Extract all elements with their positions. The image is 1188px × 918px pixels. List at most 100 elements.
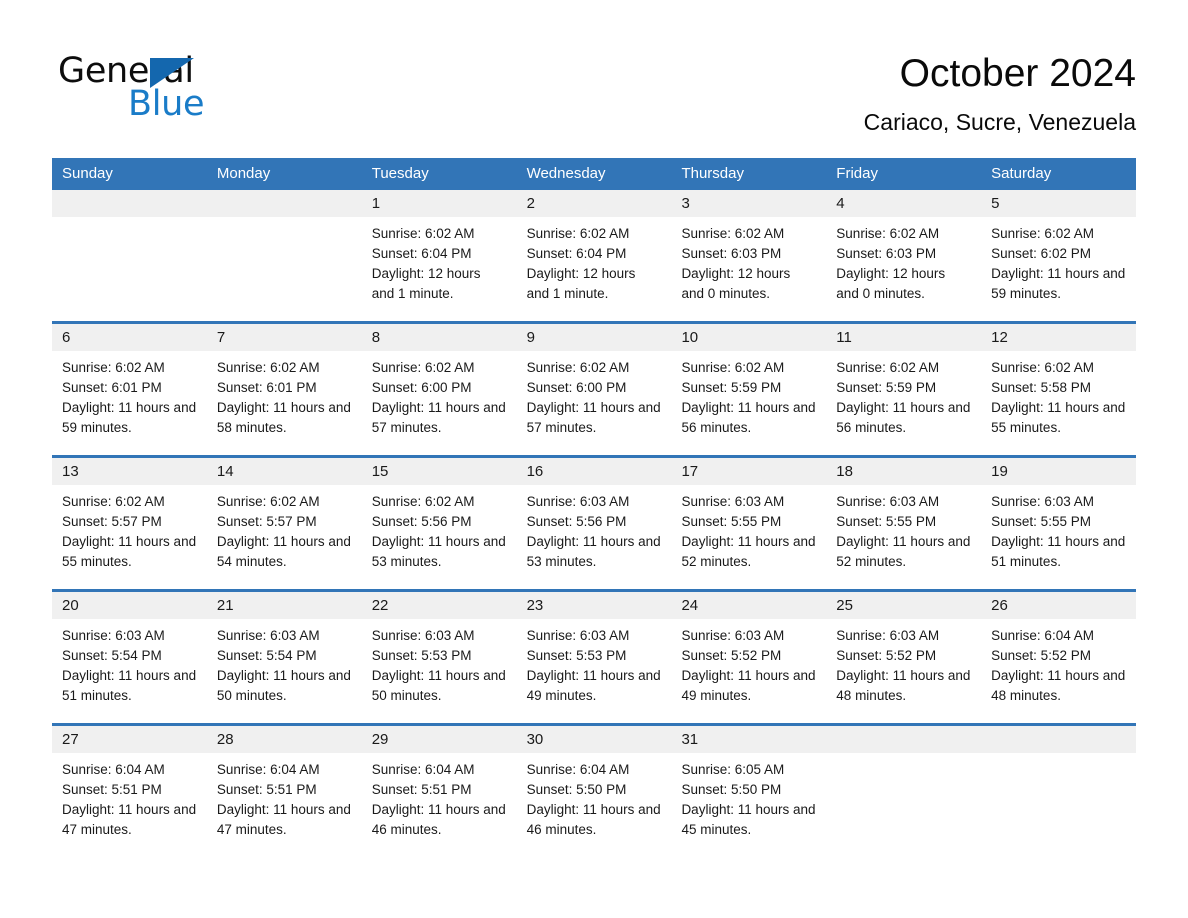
calendar-week-row: 1 Sunrise: 6:02 AM Sunset: 6:04 PM Daylight…	[52, 190, 1137, 321]
sunrise-text: Sunrise: 6:02 AM	[62, 360, 165, 375]
calendar-day-cell[interactable]: 22 Sunrise: 6:03 AM Sunset: 5:53 PM Dayligh…	[361, 592, 517, 723]
weekday-header-friday: Friday	[836, 165, 878, 182]
calendar-day-cell[interactable]: 7 Sunrise: 6:02 AM Sunset: 6:01 PM Daylight…	[206, 324, 362, 455]
day-number: 26	[981, 592, 1137, 619]
calendar-day-cell-empty	[981, 726, 1137, 857]
daylight-text: Daylight: 12 hours and 1 minute.	[371, 266, 481, 301]
day-details: Sunrise: 6:02 AM Sunset: 6:02 PM Daylight:…	[981, 217, 1136, 304]
sunrise-text: Sunrise: 6:04 AM	[62, 762, 165, 777]
calendar-day-cell[interactable]: 9 Sunrise: 6:02 AM Sunset: 6:00 PM Daylight…	[516, 324, 672, 455]
daylight-text: Daylight: 11 hours and 55 minutes.	[62, 534, 197, 569]
day-details: Sunrise: 6:02 AM Sunset: 6:01 PM Daylight:…	[52, 351, 207, 438]
daylight-text: Daylight: 11 hours and 47 minutes.	[216, 802, 351, 837]
calendar-day-cell[interactable]: 29 Sunrise: 6:04 AM Sunset: 5:51 PM Dayligh…	[361, 726, 517, 857]
calendar-table: Sunday Monday Tuesday Wednesday Thursday…	[52, 158, 1137, 857]
calendar-day-cell[interactable]: 10 Sunrise: 6:02 AM Sunset: 5:59 PM Dayligh…	[671, 324, 827, 455]
sunrise-text: Sunrise: 6:03 AM	[526, 628, 630, 643]
day-details: Sunrise: 6:03 AM Sunset: 5:56 PM Daylight:…	[517, 485, 672, 572]
calendar-day-cell[interactable]: 19 Sunrise: 6:03 AM Sunset: 5:55 PM Dayligh…	[981, 458, 1137, 589]
calendar-day-cell[interactable]: 31 Sunrise: 6:05 AM Sunset: 5:50 PM Dayligh…	[671, 726, 827, 857]
daylight-text: Daylight: 11 hours and 48 minutes.	[991, 668, 1126, 703]
sunset-text: Sunset: 6:00 PM	[371, 380, 472, 395]
day-number: 30	[516, 726, 672, 753]
generalblue-logo[interactable]: General Blue	[58, 52, 318, 128]
daylight-text: Daylight: 11 hours and 48 minutes.	[836, 668, 971, 703]
calendar-day-cell[interactable]: 28 Sunrise: 6:04 AM Sunset: 5:51 PM Dayligh…	[206, 726, 362, 857]
sunset-text: Sunset: 5:56 PM	[371, 514, 472, 529]
calendar-day-cell[interactable]: 24 Sunrise: 6:03 AM Sunset: 5:52 PM Dayligh…	[671, 592, 827, 723]
sunset-text: Sunset: 5:51 PM	[371, 782, 472, 797]
sunrise-text: Sunrise: 6:03 AM	[836, 628, 940, 643]
sunrise-text: Sunrise: 6:02 AM	[681, 226, 785, 241]
daylight-text: Daylight: 11 hours and 57 minutes.	[371, 400, 506, 435]
day-number: 31	[671, 726, 827, 753]
calendar-day-cell[interactable]: 21 Sunrise: 6:03 AM Sunset: 5:54 PM Dayligh…	[206, 592, 362, 723]
calendar-day-cell[interactable]: 14 Sunrise: 6:02 AM Sunset: 5:57 PM Dayligh…	[206, 458, 362, 589]
calendar-day-cell[interactable]: 4 Sunrise: 6:02 AM Sunset: 6:03 PM Daylight…	[826, 190, 982, 321]
day-number: 11	[826, 324, 982, 351]
calendar-day-cell[interactable]: 2 Sunrise: 6:02 AM Sunset: 6:04 PM Daylight…	[516, 190, 672, 321]
calendar-day-cell[interactable]: 15 Sunrise: 6:02 AM Sunset: 5:56 PM Dayligh…	[361, 458, 517, 589]
sunrise-text: Sunrise: 6:03 AM	[216, 628, 320, 643]
sunset-text: Sunset: 5:53 PM	[371, 648, 472, 663]
calendar-day-cell[interactable]: 5 Sunrise: 6:02 AM Sunset: 6:02 PM Daylight…	[981, 190, 1137, 321]
sunset-text: Sunset: 5:58 PM	[991, 380, 1091, 395]
sunrise-text: Sunrise: 6:02 AM	[526, 360, 630, 375]
calendar-day-cell[interactable]: 26 Sunrise: 6:04 AM Sunset: 5:52 PM Dayligh…	[981, 592, 1137, 723]
calendar-day-cell[interactable]: 3 Sunrise: 6:02 AM Sunset: 6:03 PM Daylight…	[671, 190, 827, 321]
calendar-day-cell[interactable]: 16 Sunrise: 6:03 AM Sunset: 5:56 PM Dayligh…	[516, 458, 672, 589]
sunset-text: Sunset: 5:50 PM	[681, 782, 782, 797]
sunset-text: Sunset: 5:51 PM	[216, 782, 317, 797]
calendar-day-cell[interactable]: 1 Sunrise: 6:02 AM Sunset: 6:04 PM Daylight…	[361, 190, 517, 321]
daylight-text: Daylight: 12 hours and 1 minute.	[526, 266, 636, 301]
calendar-day-cell[interactable]: 12 Sunrise: 6:02 AM Sunset: 5:58 PM Dayligh…	[981, 324, 1137, 455]
calendar-day-cell[interactable]: 23 Sunrise: 6:03 AM Sunset: 5:53 PM Dayligh…	[516, 592, 672, 723]
daylight-text: Daylight: 11 hours and 59 minutes.	[62, 400, 197, 435]
calendar-weeks: 1 Sunrise: 6:02 AM Sunset: 6:04 PM Daylight…	[52, 190, 1137, 857]
day-details: Sunrise: 6:04 AM Sunset: 5:50 PM Daylight:…	[517, 753, 672, 840]
calendar-day-cell[interactable]: 11 Sunrise: 6:02 AM Sunset: 5:59 PM Dayligh…	[826, 324, 982, 455]
day-number: 20	[52, 592, 207, 619]
day-number: 2	[516, 190, 672, 217]
calendar-day-cell[interactable]: 13 Sunrise: 6:02 AM Sunset: 5:57 PM Dayligh…	[52, 458, 207, 589]
calendar-day-cell[interactable]: 25 Sunrise: 6:03 AM Sunset: 5:52 PM Dayligh…	[826, 592, 982, 723]
sunrise-text: Sunrise: 6:04 AM	[371, 762, 475, 777]
day-details: Sunrise: 6:02 AM Sunset: 6:03 PM Daylight:…	[671, 217, 826, 304]
daylight-text: Daylight: 11 hours and 56 minutes.	[681, 400, 816, 435]
daylight-text: Daylight: 11 hours and 49 minutes.	[526, 668, 661, 703]
calendar-day-cell[interactable]: 8 Sunrise: 6:02 AM Sunset: 6:00 PM Daylight…	[361, 324, 517, 455]
day-number: 16	[516, 458, 672, 485]
sunset-text: Sunset: 6:03 PM	[836, 246, 937, 261]
calendar-day-cell[interactable]: 30 Sunrise: 6:04 AM Sunset: 5:50 PM Dayligh…	[516, 726, 672, 857]
sunrise-text: Sunrise: 6:02 AM	[526, 226, 630, 241]
calendar-day-cell[interactable]: 20 Sunrise: 6:03 AM Sunset: 5:54 PM Dayligh…	[52, 592, 207, 723]
sunrise-text: Sunrise: 6:03 AM	[681, 628, 785, 643]
sunset-text: Sunset: 5:55 PM	[836, 514, 937, 529]
day-details: Sunrise: 6:02 AM Sunset: 6:04 PM Daylight:…	[517, 217, 672, 304]
sunrise-text: Sunrise: 6:02 AM	[836, 226, 940, 241]
day-number: 4	[826, 190, 982, 217]
sunset-text: Sunset: 5:57 PM	[62, 514, 162, 529]
sunrise-text: Sunrise: 6:02 AM	[991, 226, 1094, 241]
day-details: Sunrise: 6:03 AM Sunset: 5:54 PM Daylight:…	[52, 619, 207, 706]
calendar-day-cell[interactable]: 17 Sunrise: 6:03 AM Sunset: 5:55 PM Dayligh…	[671, 458, 827, 589]
calendar-day-cell[interactable]: 18 Sunrise: 6:03 AM Sunset: 5:55 PM Dayligh…	[826, 458, 982, 589]
daylight-text: Daylight: 11 hours and 45 minutes.	[681, 802, 816, 837]
daylight-text: Daylight: 11 hours and 53 minutes.	[526, 534, 661, 569]
daylight-text: Daylight: 11 hours and 46 minutes.	[371, 802, 506, 837]
day-details: Sunrise: 6:02 AM Sunset: 6:03 PM Daylight:…	[826, 217, 981, 304]
calendar-day-cell[interactable]: 27 Sunrise: 6:04 AM Sunset: 5:51 PM Dayligh…	[52, 726, 207, 857]
daylight-text: Daylight: 11 hours and 56 minutes.	[836, 400, 971, 435]
day-number: 14	[206, 458, 362, 485]
daylight-text: Daylight: 11 hours and 47 minutes.	[62, 802, 197, 837]
day-number: 6	[52, 324, 207, 351]
weekday-header-saturday: Saturday	[991, 165, 1052, 182]
day-number: 24	[671, 592, 827, 619]
day-details: Sunrise: 6:03 AM Sunset: 5:53 PM Daylight:…	[362, 619, 517, 706]
sunrise-text: Sunrise: 6:02 AM	[991, 360, 1094, 375]
day-number: 23	[516, 592, 672, 619]
sunset-text: Sunset: 5:59 PM	[681, 380, 782, 395]
calendar-day-cell[interactable]: 6 Sunrise: 6:02 AM Sunset: 6:01 PM Daylight…	[52, 324, 207, 455]
calendar-week-row: 13 Sunrise: 6:02 AM Sunset: 5:57 PM Dayligh…	[52, 455, 1137, 589]
day-number: 25	[826, 592, 982, 619]
